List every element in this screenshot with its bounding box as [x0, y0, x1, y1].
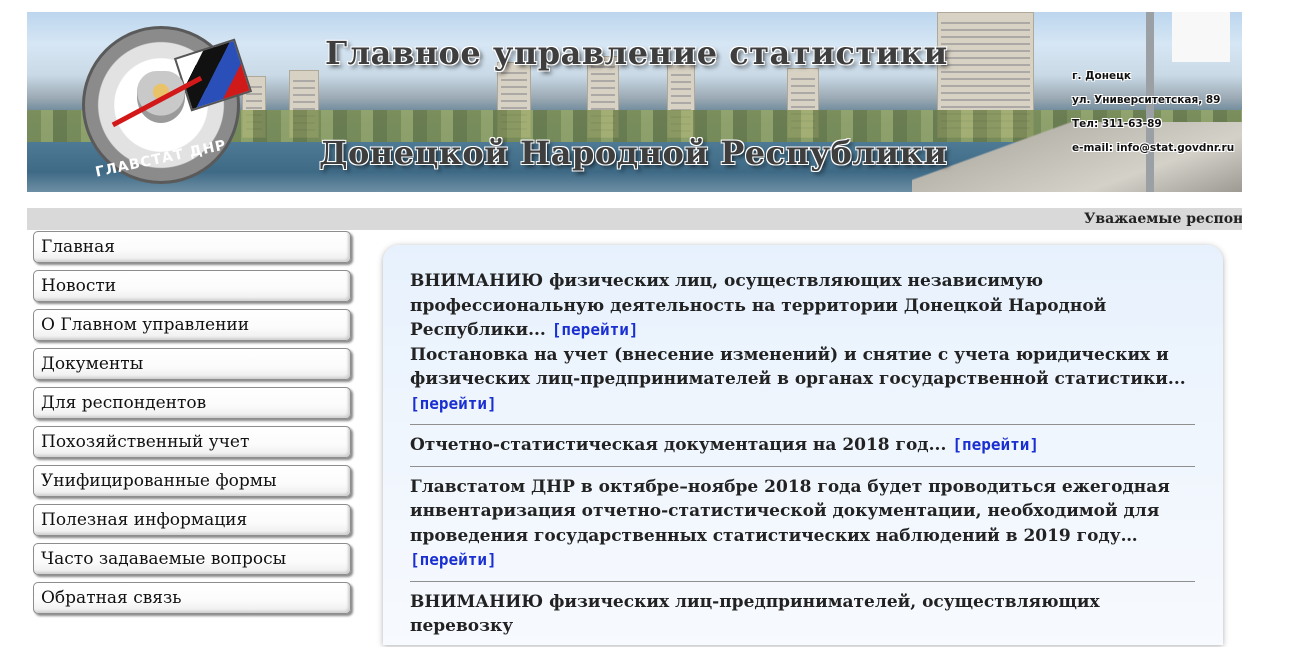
- menu-item-faq[interactable]: Часто задаваемые вопросы: [33, 543, 351, 575]
- contact-email[interactable]: e-mail: info@stat.govdnr.ru: [1072, 136, 1234, 160]
- announcement-ticker[interactable]: Уважаемые респонд: [27, 208, 1242, 230]
- read-more-link[interactable]: [перейти]: [410, 394, 497, 413]
- menu-item-respondents[interactable]: Для респондентов: [33, 387, 351, 419]
- header-banner: ГЛАВСТАТ ДНР Главное управление статисти…: [27, 12, 1242, 192]
- menu-item-news[interactable]: Новости: [33, 270, 351, 302]
- news-text: Постановка на учет (внесение изменений) …: [410, 344, 1186, 390]
- menu-item-useful-info[interactable]: Полезная информация: [33, 504, 351, 536]
- news-text: Отчетно-статистическая документация на 2…: [410, 435, 947, 455]
- read-more-link[interactable]: [перейти]: [952, 435, 1039, 454]
- news-item: Главстатом ДНР в октябре–ноябре 2018 год…: [410, 475, 1195, 582]
- news-text: ВНИМАНИЮ физических лиц-предпринимателей…: [410, 591, 1100, 637]
- site-title-line1: Главное управление статистики: [325, 34, 948, 72]
- menu-item-household-accounting[interactable]: Похозяйственный учет: [33, 426, 351, 458]
- contact-city: г. Донецк: [1072, 70, 1131, 82]
- news-text: ВНИМАНИЮ физических лиц, осуществляющих …: [410, 271, 1107, 340]
- site-title-line2: Донецкой Народной Республики: [319, 134, 948, 172]
- news-panel: ВНИМАНИЮ физических лиц, осуществляющих …: [383, 245, 1223, 645]
- sidebar-menu: Главная Новости О Главном управлении Док…: [33, 231, 353, 621]
- banner-corner: [1172, 12, 1230, 62]
- glavstat-logo[interactable]: ГЛАВСТАТ ДНР: [82, 26, 253, 184]
- menu-item-feedback[interactable]: Обратная связь: [33, 582, 351, 614]
- menu-item-documents[interactable]: Документы: [33, 348, 351, 380]
- menu-item-unified-forms[interactable]: Унифицированные формы: [33, 465, 351, 497]
- flag-icon: [173, 38, 253, 112]
- contact-info: г. Донецк ул. Университетская, 89 Тел: 3…: [1072, 64, 1234, 160]
- menu-item-home[interactable]: Главная: [33, 231, 351, 263]
- news-item: Отчетно-статистическая документация на 2…: [410, 433, 1195, 467]
- menu-item-about[interactable]: О Главном управлении: [33, 309, 351, 341]
- news-item: ВНИМАНИЮ физических лиц-предпринимателей…: [410, 590, 1195, 647]
- contact-phone: Тел: 311-63-89: [1072, 118, 1162, 130]
- news-text: Главстатом ДНР в октябре–ноябре 2018 год…: [410, 476, 1170, 546]
- read-more-link[interactable]: [перейти]: [410, 550, 497, 569]
- news-item: ВНИМАНИЮ физических лиц, осуществляющих …: [410, 269, 1195, 425]
- contact-address: ул. Университетская, 89: [1072, 94, 1221, 106]
- read-more-link[interactable]: [перейти]: [552, 320, 639, 339]
- ticker-text[interactable]: Уважаемые респонд: [1084, 211, 1242, 227]
